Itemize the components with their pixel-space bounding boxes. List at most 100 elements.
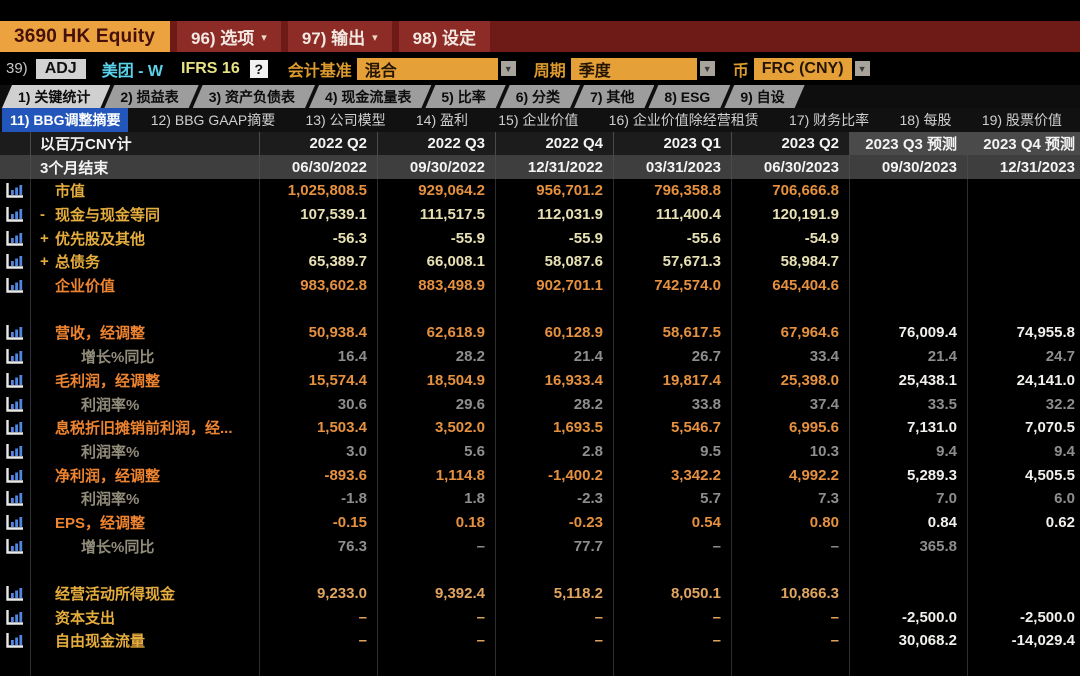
table-row[interactable]: - 现金与现金等同 107,539.1 111,517.5 112,031.9 111,4… bbox=[0, 202, 1080, 227]
bar-chart-glyph bbox=[6, 633, 23, 649]
tab-primary-7[interactable]: 7) 其他 bbox=[574, 85, 654, 108]
tab-secondary-17[interactable]: 17) 财务比率 bbox=[781, 108, 877, 132]
cell: 0.18 bbox=[378, 510, 496, 535]
tab-primary-8[interactable]: 8) ESG bbox=[648, 85, 730, 108]
cell bbox=[496, 297, 614, 322]
row-label: 增长%同比 bbox=[31, 534, 260, 558]
tab-secondary-18[interactable]: 18) 每股 bbox=[891, 108, 959, 132]
cell bbox=[260, 558, 378, 582]
bar-chart-icon[interactable] bbox=[0, 629, 31, 653]
column-header-quarter: 2023 Q1 bbox=[614, 132, 732, 155]
cell: 57,671.3 bbox=[614, 250, 732, 274]
table-row[interactable]: 企业价值 983,602.8 883,498.9 902,701.1 742,574.0… bbox=[0, 273, 1080, 298]
table-body: 市值 1,025,808.5 929,064.2 956,701.2 796,358.8… bbox=[0, 179, 1080, 676]
cell: – bbox=[260, 629, 378, 653]
help-icon[interactable]: ? bbox=[249, 59, 268, 78]
table-row[interactable]: 增长%同比 76.3–77.7– –365.8 bbox=[0, 534, 1080, 558]
cell bbox=[850, 179, 968, 203]
menu-button-97[interactable]: 97) 输出 ▾ bbox=[287, 21, 392, 52]
table-row[interactable]: 经营活动所得现金 9,233.0 9,392.4 5,118.2 8,050.1 10,8… bbox=[0, 581, 1080, 606]
tab-primary-9[interactable]: 9) 自设 bbox=[724, 85, 804, 108]
bar-chart-icon[interactable] bbox=[0, 368, 31, 393]
menu-button-98[interactable]: 98) 设定 bbox=[398, 21, 490, 52]
cell: 111,400.4 bbox=[614, 202, 732, 227]
cell bbox=[850, 652, 968, 676]
chevron-down-icon[interactable]: ▼ bbox=[500, 61, 516, 76]
bar-chart-icon[interactable] bbox=[0, 273, 31, 298]
bar-chart-glyph bbox=[6, 396, 23, 412]
bar-chart-icon[interactable] bbox=[0, 439, 31, 464]
cell: 37.4 bbox=[732, 392, 850, 416]
cell: -0.15 bbox=[260, 510, 378, 535]
table-row[interactable]: 利润率% 3.0 5.6 2.8 9.5 10.3 9.4 9.4 bbox=[0, 439, 1080, 464]
bar-chart-icon[interactable] bbox=[0, 392, 31, 416]
spacer-row bbox=[0, 652, 1080, 676]
table-header-dates: 3个月结束 06/30/2022 09/30/2022 12/31/2022 03/3… bbox=[0, 155, 1080, 179]
currency-label: 币 bbox=[732, 62, 749, 80]
bar-chart-glyph bbox=[6, 349, 23, 364]
bar-chart-icon[interactable] bbox=[0, 321, 31, 345]
table-row[interactable]: 增长%同比 16.4 28.2 21.4 26.7 33.4 21.4 24.7 bbox=[0, 344, 1080, 369]
bar-chart-icon[interactable] bbox=[0, 486, 31, 511]
table-row[interactable]: + 优先股及其他 -56.3 -55.9 -55.9 -55.6 -54.9 bbox=[0, 226, 1080, 251]
table-row[interactable]: 毛利润，经调整 15,574.4 18,504.9 16,933.4 19,817.4 2… bbox=[0, 368, 1080, 393]
chevron-down-icon[interactable]: ▼ bbox=[854, 61, 870, 76]
cell: – bbox=[378, 629, 496, 653]
tab-secondary-12[interactable]: 12) BBG GAAP摘要 bbox=[143, 108, 283, 132]
bar-chart-icon[interactable] bbox=[0, 534, 31, 558]
toolbar: 39) ADJ 美团 - W IFRS 16 ? 会计基准 混合 ▼ 周期 季度… bbox=[0, 52, 1080, 85]
chevron-down-icon[interactable]: ▼ bbox=[699, 61, 715, 76]
bar-chart-icon[interactable] bbox=[0, 510, 31, 535]
row-label: 净利润，经调整 bbox=[31, 463, 260, 487]
bar-chart-icon[interactable] bbox=[0, 179, 31, 203]
table-row[interactable]: 净利润，经调整 -893.6 1,114.8 -1,400.2 3,342.2 4,992… bbox=[0, 463, 1080, 487]
table-row[interactable]: 自由现金流量 – – – – –30,068.2 -14,029.4 bbox=[0, 629, 1080, 653]
chevron-down-icon: ▾ bbox=[261, 32, 267, 44]
column-header-date: 06/30/2022 bbox=[260, 155, 378, 179]
tab-primary-5[interactable]: 5) 比率 bbox=[425, 85, 505, 108]
table-row[interactable]: 利润率% 30.6 29.6 28.2 33.8 37.4 33.5 32.2 bbox=[0, 392, 1080, 416]
table-row[interactable]: 营收，经调整 50,938.4 62,618.9 60,128.9 58,617.5 67… bbox=[0, 321, 1080, 345]
currency-dropdown[interactable]: FRC (CNY) bbox=[753, 57, 852, 80]
tab-secondary-13[interactable]: 13) 公司模型 bbox=[297, 108, 393, 132]
tab-secondary-14[interactable]: 14) 盈利 bbox=[408, 108, 476, 132]
table-row[interactable]: 资本支出 – – – – – -2,500.0 -2,500.0 bbox=[0, 605, 1080, 630]
bar-chart-icon[interactable] bbox=[0, 581, 31, 606]
bar-chart-icon[interactable] bbox=[0, 226, 31, 251]
cell: 29.6 bbox=[378, 392, 496, 416]
tab-secondary-11[interactable]: 11) BBG调整摘要 bbox=[2, 108, 129, 132]
bar-chart-icon[interactable] bbox=[0, 202, 31, 227]
adj-badge[interactable]: ADJ bbox=[35, 58, 86, 79]
cell: 929,064.2 bbox=[378, 179, 496, 203]
tab-primary-1[interactable]: 1) 关键统计 bbox=[2, 85, 110, 108]
row-label: 利润率% bbox=[31, 439, 260, 464]
basis-dropdown[interactable]: 混合 bbox=[356, 57, 498, 80]
bar-chart-icon[interactable] bbox=[0, 605, 31, 630]
bar-chart-icon[interactable] bbox=[0, 344, 31, 369]
tab-secondary-16[interactable]: 16) 企业价值除经营租赁 bbox=[601, 108, 767, 132]
table-row[interactable]: + 总债务 65,389.7 66,008.1 58,087.6 57,671.3 58,9… bbox=[0, 250, 1080, 274]
tab-primary-2[interactable]: 2) 损益表 bbox=[104, 85, 198, 108]
tab-secondary-19[interactable]: 19) 股票价值 bbox=[974, 108, 1070, 132]
period-dropdown[interactable]: 季度 bbox=[570, 57, 697, 80]
cell: 21.4 bbox=[850, 344, 968, 369]
tab-primary-3[interactable]: 3) 资产负债表 bbox=[193, 85, 315, 108]
table-row[interactable]: 市值 1,025,808.5 929,064.2 956,701.2 796,358.8… bbox=[0, 179, 1080, 203]
table-row[interactable]: EPS，经调整 -0.15 0.18 -0.23 0.54 0.80 0.84 0.62 bbox=[0, 510, 1080, 535]
tab-primary-6[interactable]: 6) 分类 bbox=[500, 85, 580, 108]
menu-button-96[interactable]: 96) 选项 ▾ bbox=[177, 21, 281, 52]
table-row[interactable]: 息税折旧摊销前利润，经... 1,503.4 3,502.0 1,693.5 5,546… bbox=[0, 415, 1080, 440]
tab-primary-4[interactable]: 4) 现金流量表 bbox=[309, 85, 431, 108]
table-row[interactable]: 利润率% -1.8 1.8 -2.3 5.7 7.3 7.0 6.0 bbox=[0, 486, 1080, 511]
cell bbox=[378, 652, 496, 676]
cell: 16,933.4 bbox=[496, 368, 614, 393]
menu-button-label: 96) 选项 bbox=[191, 29, 255, 48]
cell: 1,503.4 bbox=[260, 415, 378, 440]
cell: 67,964.6 bbox=[732, 321, 850, 345]
cell: 3,502.0 bbox=[378, 415, 496, 440]
bar-chart-icon[interactable] bbox=[0, 415, 31, 440]
cell: 32.2 bbox=[968, 392, 1080, 416]
tab-secondary-15[interactable]: 15) 企业价值 bbox=[490, 108, 586, 132]
bar-chart-icon[interactable] bbox=[0, 250, 31, 274]
bar-chart-icon[interactable] bbox=[0, 463, 31, 487]
